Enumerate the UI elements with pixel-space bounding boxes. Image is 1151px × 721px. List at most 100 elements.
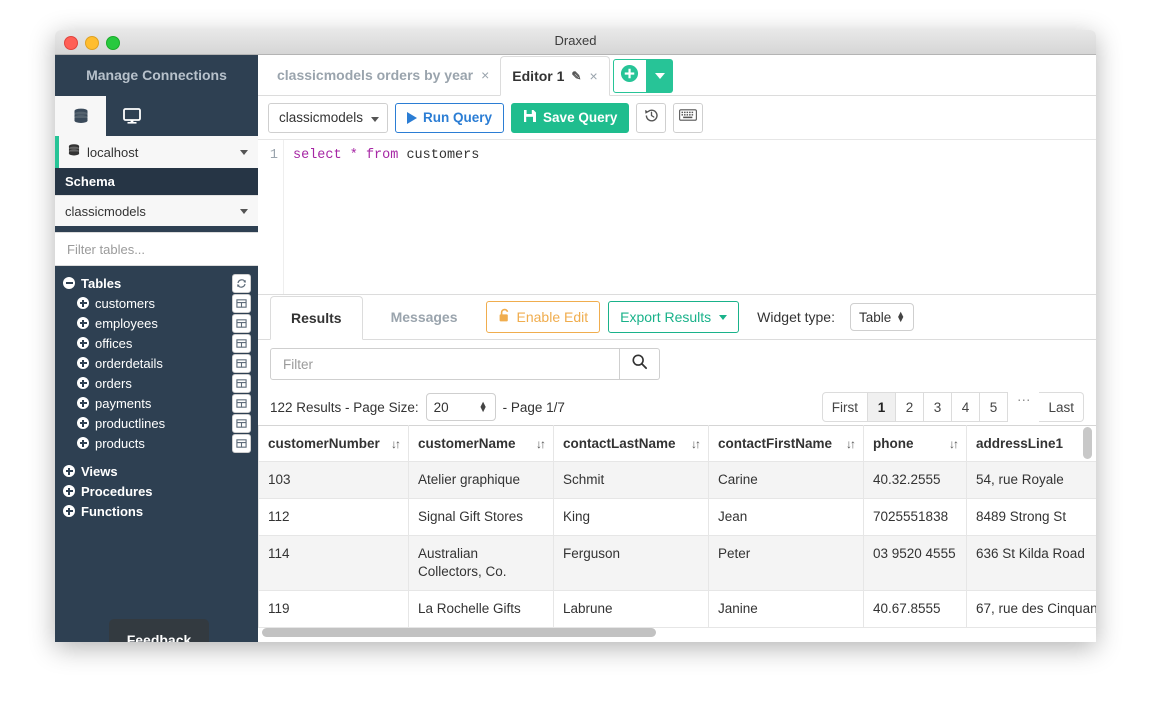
query-tab-editor1[interactable]: Editor 1 ✎ × [500, 56, 610, 96]
cell[interactable]: 54, rue Royale [966, 461, 1096, 499]
plus-icon[interactable] [77, 397, 89, 409]
page-last-button[interactable]: Last [1039, 392, 1084, 422]
sort-icon[interactable]: ↓↑ [391, 437, 401, 451]
cell[interactable]: Ferguson [553, 535, 709, 591]
cell[interactable]: 103 [258, 461, 409, 499]
connection-select[interactable]: localhost [55, 136, 258, 168]
cell[interactable]: 40.32.2555 [863, 461, 967, 499]
tree-item-orders[interactable]: orders [55, 373, 258, 393]
enable-edit-button[interactable]: Enable Edit [485, 301, 601, 333]
tree-node-procedures[interactable]: Procedures [55, 481, 258, 501]
sql-code[interactable]: select * from customers [284, 140, 479, 294]
run-query-button[interactable]: Run Query [395, 102, 505, 133]
schema-select[interactable]: classicmodels [55, 195, 258, 226]
add-tab-dropdown-button[interactable] [646, 59, 673, 93]
sort-icon[interactable]: ↓↑ [536, 437, 546, 451]
results-search-button[interactable] [620, 348, 660, 380]
sql-editor[interactable]: 1 select * from customers [258, 140, 1096, 294]
plus-icon[interactable] [77, 357, 89, 369]
database-select[interactable]: classicmodels [268, 102, 389, 133]
plus-icon[interactable] [77, 317, 89, 329]
table-row[interactable]: 103 Atelier graphique Schmit Carine 40.3… [258, 461, 1096, 499]
column-header-customerName[interactable]: customerName ↓↑ [408, 425, 554, 462]
table-row[interactable]: 119 La Rochelle Gifts Labrune Janine 40.… [258, 590, 1096, 628]
table-row[interactable]: 114 Australian Collectors, Co. Ferguson … [258, 535, 1096, 591]
close-icon[interactable]: × [481, 67, 489, 83]
plus-icon[interactable] [77, 377, 89, 389]
page-5-button[interactable]: 5 [979, 392, 1008, 422]
cell[interactable]: King [553, 498, 709, 536]
tree-node-tables[interactable]: Tables [55, 273, 258, 293]
tab-results[interactable]: Results [270, 295, 363, 340]
cell[interactable]: 8489 Strong St [966, 498, 1096, 536]
view-table-button[interactable] [232, 294, 251, 313]
page-1-button[interactable]: 1 [867, 392, 896, 422]
tab-messages[interactable]: Messages [371, 295, 478, 339]
cell[interactable]: 112 [258, 498, 409, 536]
tree-node-functions[interactable]: Functions [55, 501, 258, 521]
column-header-contactFirstName[interactable]: contactFirstName ↓↑ [708, 425, 864, 462]
page-4-button[interactable]: 4 [951, 392, 980, 422]
view-table-button[interactable] [232, 414, 251, 433]
cell[interactable]: Jean [708, 498, 864, 536]
tree-item-offices[interactable]: offices [55, 333, 258, 353]
cell[interactable]: 114 [258, 535, 409, 591]
plus-icon[interactable] [63, 465, 75, 477]
results-filter-input[interactable] [281, 355, 619, 373]
cell[interactable]: Labrune [553, 590, 709, 628]
plus-icon[interactable] [77, 297, 89, 309]
save-query-button[interactable]: Save Query [511, 102, 630, 133]
sidebar-tab-monitor[interactable] [106, 96, 157, 136]
results-horizontal-scrollbar[interactable] [262, 628, 1082, 637]
tree-item-products[interactable]: products [55, 433, 258, 453]
refresh-tables-button[interactable] [232, 274, 251, 293]
view-table-button[interactable] [232, 374, 251, 393]
plus-icon[interactable] [77, 437, 89, 449]
widget-type-select[interactable]: Table ▲ ▼ [850, 303, 915, 331]
cell[interactable]: 7025551838 [863, 498, 967, 536]
keyboard-shortcuts-button[interactable] [673, 102, 704, 133]
cell[interactable]: Signal Gift Stores [408, 498, 554, 536]
column-header-addressLine1[interactable]: addressLine1↓ [966, 425, 1096, 462]
scrollbar-thumb[interactable] [262, 628, 656, 637]
sort-icon[interactable]: ↓↑ [846, 437, 856, 451]
filter-tables-input[interactable] [65, 240, 249, 258]
cell[interactable]: 67, rue des Cinquante [966, 590, 1096, 628]
tree-item-payments[interactable]: payments [55, 393, 258, 413]
results-filter-field[interactable] [270, 348, 620, 380]
cell[interactable]: Atelier graphique [408, 461, 554, 499]
cell[interactable]: Schmit [553, 461, 709, 499]
cell[interactable]: Peter [708, 535, 864, 591]
minus-icon[interactable] [63, 277, 75, 289]
page-2-button[interactable]: 2 [895, 392, 924, 422]
sort-icon[interactable]: ↓↑ [691, 437, 701, 451]
view-table-button[interactable] [232, 394, 251, 413]
export-results-button[interactable]: Export Results [608, 301, 740, 333]
view-table-button[interactable] [232, 314, 251, 333]
page-first-button[interactable]: First [821, 392, 868, 422]
plus-icon[interactable] [63, 505, 75, 517]
tree-item-productlines[interactable]: productlines [55, 413, 258, 433]
plus-icon[interactable] [77, 337, 89, 349]
plus-icon[interactable] [63, 485, 75, 497]
view-table-button[interactable] [232, 334, 251, 353]
cell[interactable]: 03 9520 4555 [863, 535, 967, 591]
sidebar-tab-database[interactable] [55, 96, 106, 136]
cell[interactable]: La Rochelle Gifts [408, 590, 554, 628]
column-header-phone[interactable]: phone ↓↑ [863, 425, 967, 462]
tree-item-employees[interactable]: employees [55, 313, 258, 333]
table-row[interactable]: 112 Signal Gift Stores King Jean 7025551… [258, 498, 1096, 536]
add-tab-button[interactable] [612, 59, 647, 93]
edit-pencil-icon[interactable]: ✎ [571, 69, 581, 83]
feedback-button[interactable]: Feedback [109, 619, 209, 642]
cell[interactable]: Janine [708, 590, 864, 628]
results-vertical-scrollbar[interactable] [1083, 427, 1092, 617]
tree-item-customers[interactable]: customers [55, 293, 258, 313]
query-tab-saved[interactable]: classicmodels orders by year × [266, 55, 500, 95]
view-table-button[interactable] [232, 434, 251, 453]
cell[interactable]: 636 St Kilda Road [966, 535, 1096, 591]
cell[interactable]: Australian Collectors, Co. [408, 535, 554, 591]
page-3-button[interactable]: 3 [923, 392, 952, 422]
cell[interactable]: Carine [708, 461, 864, 499]
tree-item-orderdetails[interactable]: orderdetails [55, 353, 258, 373]
